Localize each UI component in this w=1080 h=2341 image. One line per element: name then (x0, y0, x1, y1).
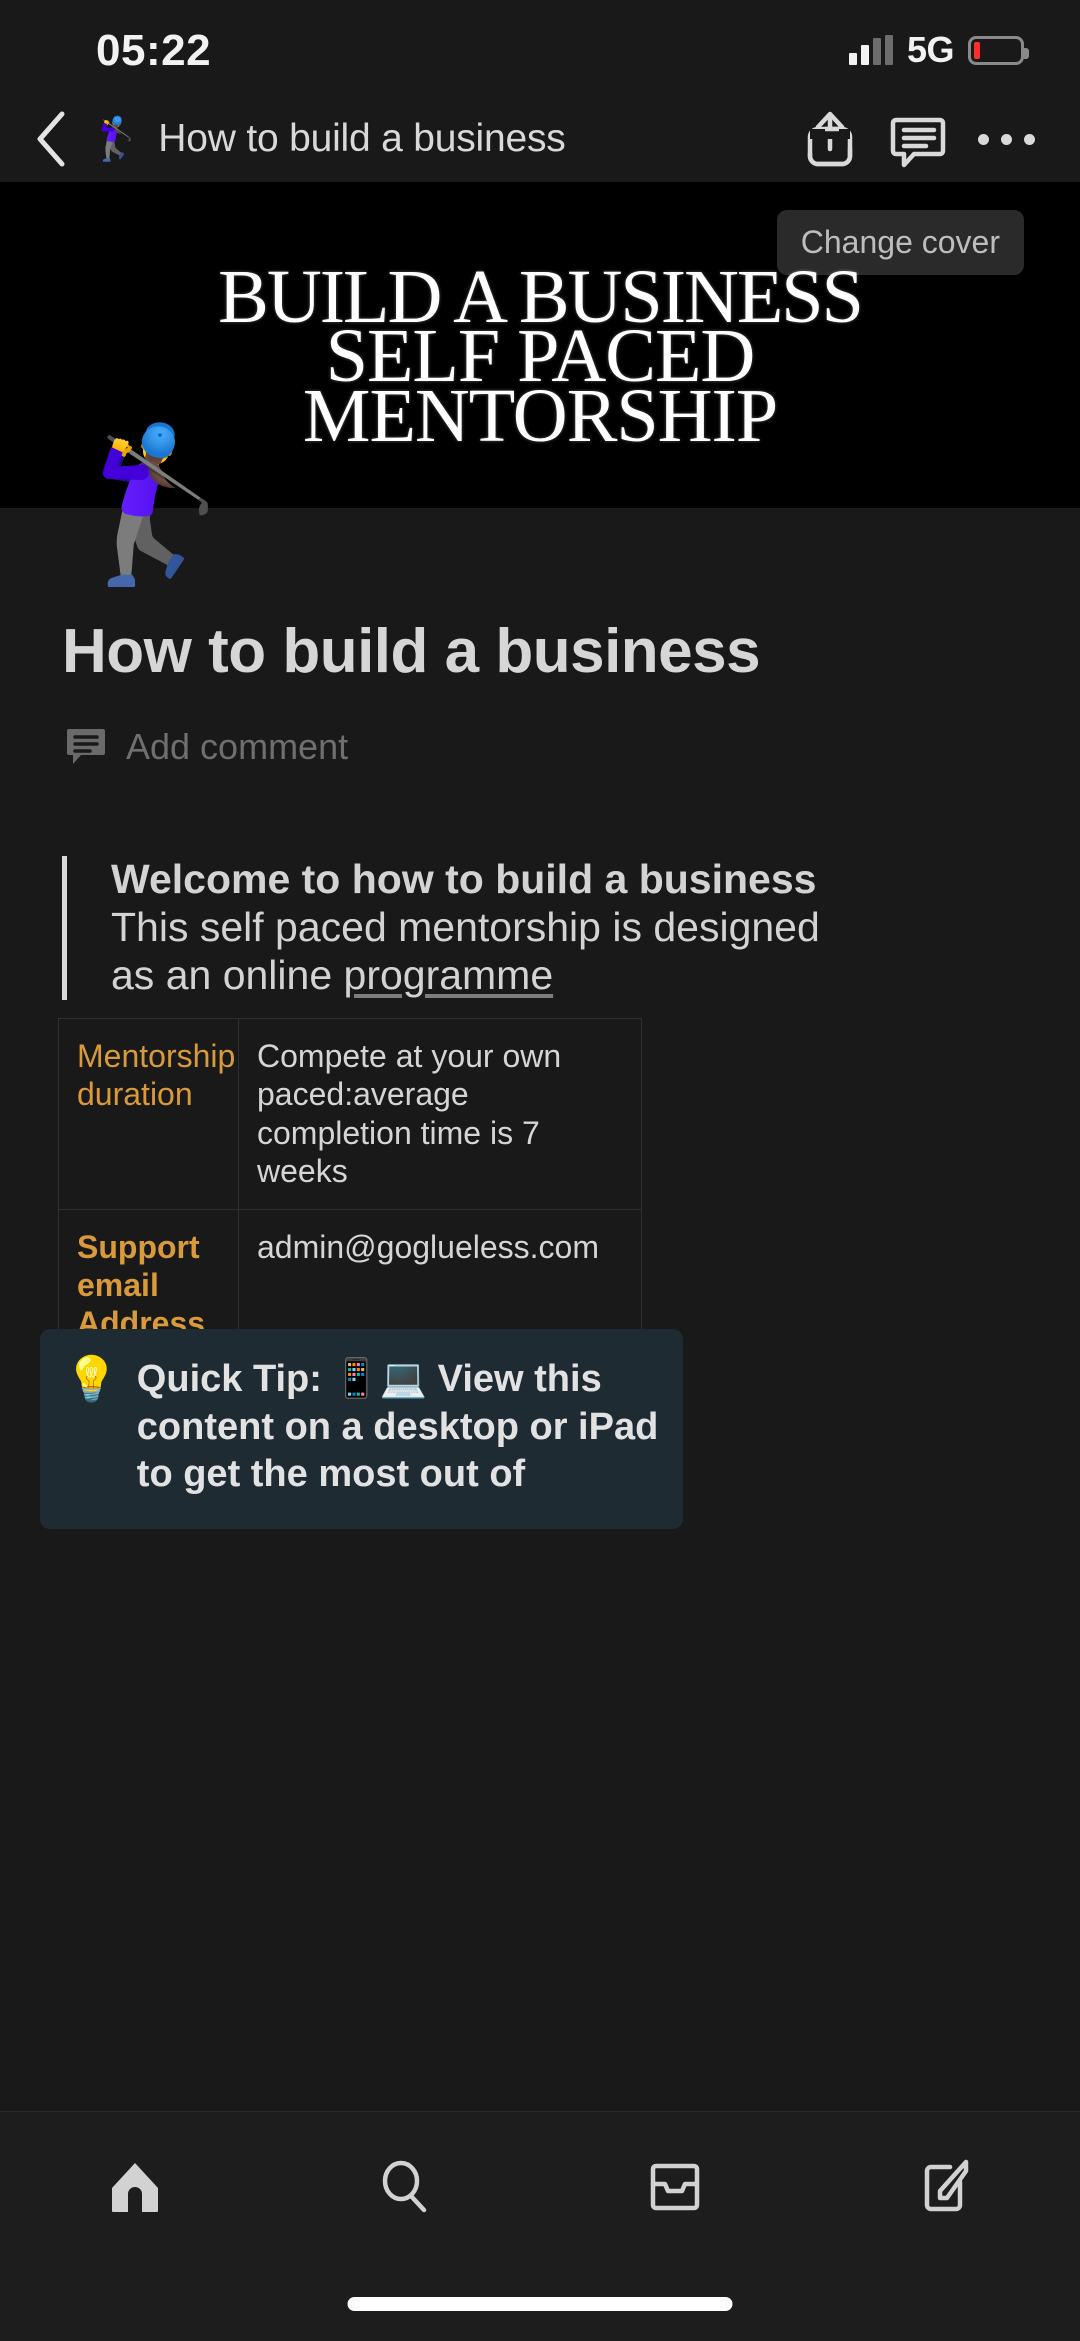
quick-tip-callout[interactable]: 💡 Quick Tip: 📱💻 View this content on a d… (40, 1329, 683, 1529)
ellipsis-icon (977, 133, 1035, 145)
tab-new-note[interactable] (810, 2112, 1080, 2262)
table-cell-value[interactable]: Compete at your own paced:average comple… (238, 1018, 642, 1210)
comment-button[interactable] (878, 99, 958, 179)
quote-line-2: This self paced mentorship is designed (111, 903, 820, 950)
lightbulb-icon: 💡 (64, 1354, 119, 1405)
compose-icon (924, 2159, 969, 2212)
status-bar-indicators: 5G (848, 28, 1029, 72)
comment-icon (67, 729, 105, 764)
chevron-left-icon (37, 111, 65, 167)
tab-home[interactable] (0, 2112, 270, 2262)
cellular-signal-icon (848, 35, 893, 65)
nav-page-emoji: 🏌️‍♀️ (90, 114, 143, 163)
tab-inbox[interactable] (540, 2112, 810, 2262)
share-icon (807, 111, 853, 167)
network-type-label: 5G (906, 29, 955, 70)
quote-block[interactable]: Welcome to how to build a business This … (62, 856, 992, 1000)
back-button[interactable] (8, 96, 94, 182)
page-content: How to build a business Add comment Welc… (0, 508, 1080, 2341)
nav-title: How to build a business (158, 117, 566, 160)
share-button[interactable] (790, 99, 870, 179)
navigation-bar: 🏌️‍♀️ How to build a business (0, 96, 1080, 182)
quick-tip-text: Quick Tip: 📱💻 View this content on a des… (137, 1355, 661, 1499)
tab-list (0, 2112, 1080, 2262)
battery-low-icon (968, 35, 1029, 65)
bottom-tab-bar (0, 2111, 1080, 2341)
home-indicator (347, 2297, 733, 2311)
table-cell-key[interactable]: Mentorship duration (58, 1018, 239, 1210)
page-icon-emoji[interactable]: 🏌️‍♀️ (62, 430, 249, 580)
page-title[interactable]: How to build a business (62, 616, 761, 687)
laptop-icon: 💻 (379, 1356, 428, 1400)
more-options-button[interactable] (966, 99, 1046, 179)
status-bar: 05:22 5G (0, 0, 1080, 96)
quote-line-3: as an online programme (111, 952, 992, 1000)
nav-actions (790, 99, 1080, 179)
tab-search[interactable] (270, 2112, 540, 2262)
status-bar-time: 05:22 (96, 26, 212, 75)
home-icon (112, 2163, 158, 2212)
comment-icon (890, 117, 946, 168)
quick-tip-label: Quick Tip: (136, 1358, 333, 1400)
quote-line-3-text: as an online (111, 951, 344, 998)
add-comment-button[interactable]: Add comment (66, 726, 348, 768)
quote-link-programme[interactable]: programme (344, 952, 554, 998)
quote-line-1: Welcome to how to build a business (111, 856, 817, 902)
add-comment-label: Add comment (126, 726, 349, 767)
inbox-icon (650, 2163, 700, 2211)
mobile-phone-icon: 📱 (332, 1356, 380, 1400)
search-icon (382, 2160, 427, 2213)
table-row[interactable]: Mentorship duration Compete at your own … (58, 1018, 642, 1210)
